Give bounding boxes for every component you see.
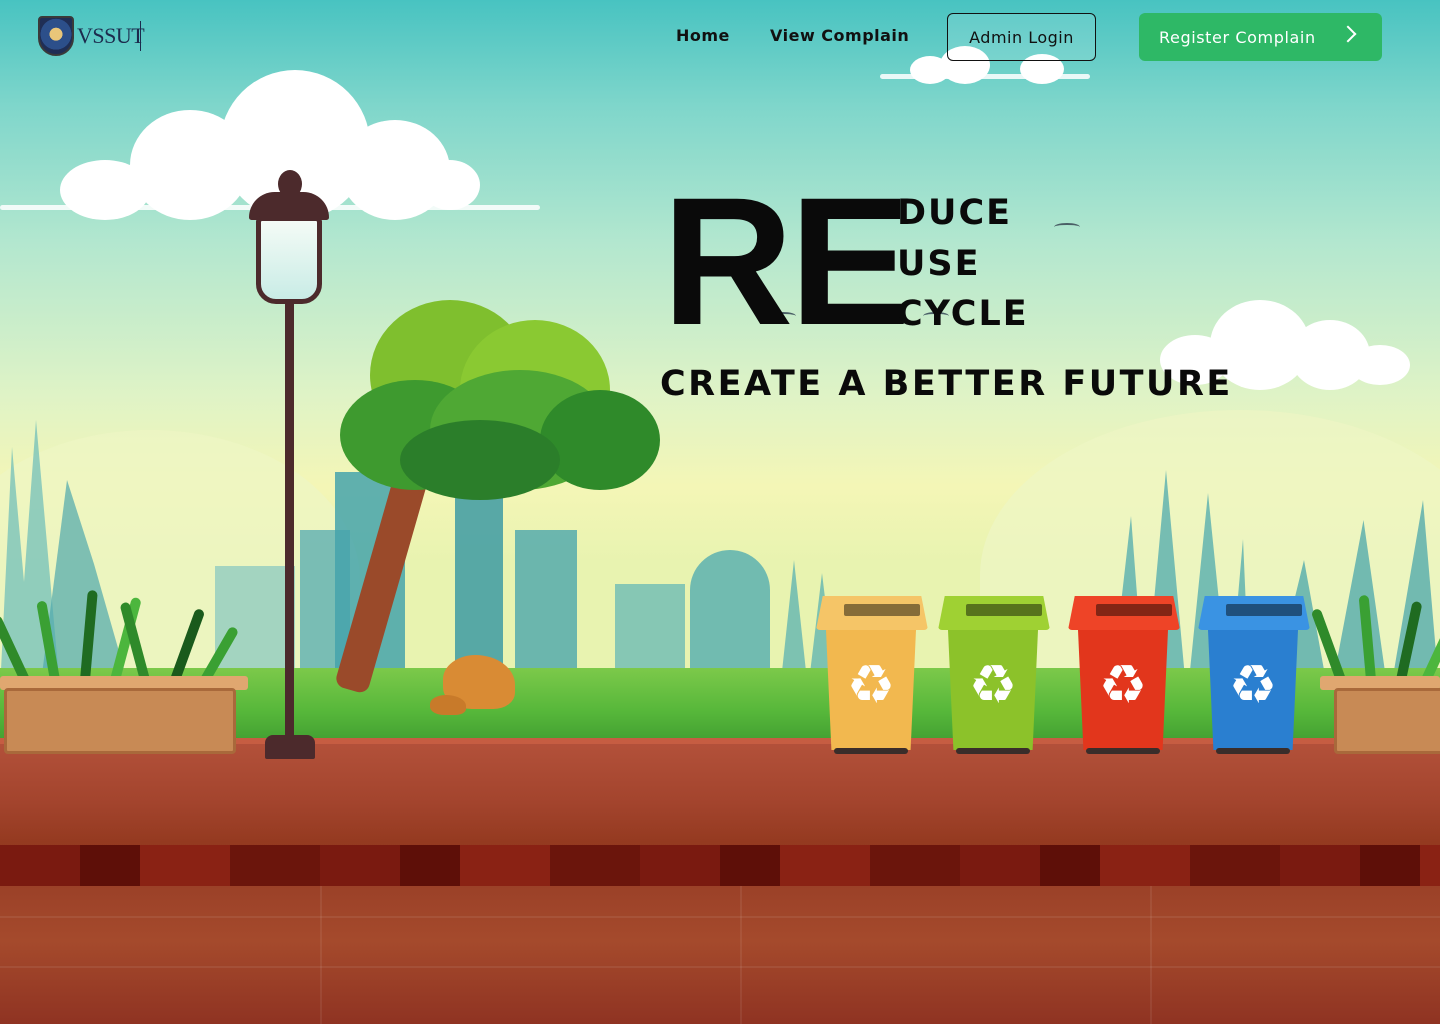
recycling-bin-green: ♻ — [938, 596, 1050, 756]
recycle-icon: ♻ — [968, 653, 1018, 716]
brick-wall — [0, 845, 1440, 887]
text-cursor — [140, 21, 141, 51]
admin-login-button[interactable]: Admin Login — [947, 13, 1096, 61]
register-complain-label: Register Complain — [1159, 27, 1316, 47]
recycling-bin-yellow: ♻ — [816, 596, 928, 756]
university-emblem-icon — [38, 16, 74, 56]
bird — [1054, 223, 1080, 231]
hero-tagline: CREATE A BETTER FUTURE — [660, 364, 1233, 404]
chevron-right-icon — [1339, 25, 1357, 43]
recycle-icon: ♻ — [1098, 653, 1148, 716]
navbar: VSSUT Home View Complain Admin Login Reg… — [0, 0, 1440, 76]
nav-home-link[interactable]: Home — [676, 26, 730, 45]
register-complain-button[interactable]: Register Complain — [1139, 13, 1382, 61]
recycle-icon: ♻ — [1228, 653, 1278, 716]
hero-word-reuse: USE — [897, 244, 981, 284]
recycling-bin-red: ♻ — [1068, 596, 1180, 756]
hero-prefix: RE — [662, 159, 911, 363]
hero-word-reduce: DUCE — [897, 193, 1013, 233]
logo-text: VSSUT — [77, 23, 145, 48]
planter-right — [1310, 590, 1440, 760]
site-logo[interactable]: VSSUT — [38, 14, 148, 58]
hero-word-recycle: CYCLE — [897, 294, 1029, 334]
admin-login-label: Admin Login — [969, 27, 1074, 47]
recycle-icon: ♻ — [846, 653, 896, 716]
planter-left — [0, 589, 250, 760]
floor — [0, 886, 1440, 1024]
hero-background: ♻ ♻ ♻ ♻ — [0, 0, 1440, 1024]
nav-view-complain-link[interactable]: View Complain — [770, 26, 909, 45]
recycling-bin-blue: ♻ — [1198, 596, 1310, 756]
